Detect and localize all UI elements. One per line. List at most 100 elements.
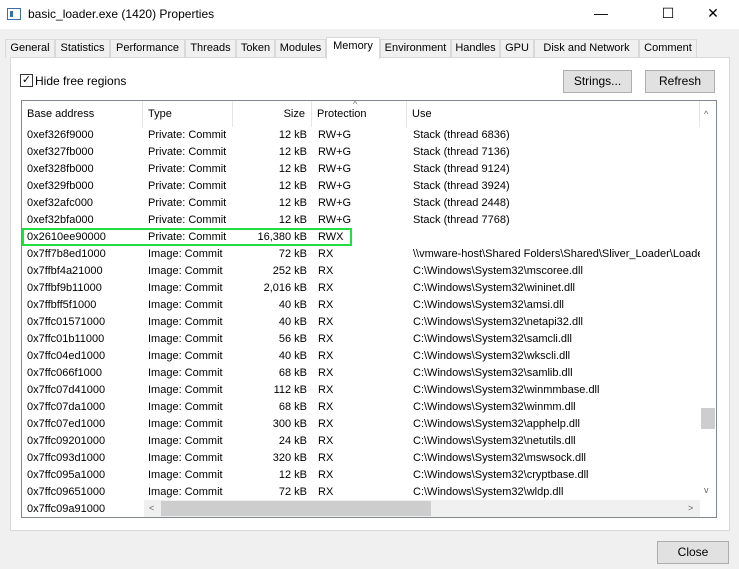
tab-performance[interactable]: Performance bbox=[110, 39, 185, 58]
cell-use: C:\Windows\System32\samcli.dll bbox=[413, 333, 572, 345]
scroll-right-icon[interactable]: > bbox=[688, 503, 693, 513]
column-header-type[interactable]: Type bbox=[143, 101, 233, 127]
table-row[interactable]: 0x7ffc07ed1000 Image: Commit 300 kB RX C:\Wi… bbox=[22, 416, 700, 433]
cell-type: Image: Commit bbox=[148, 469, 223, 481]
cell-base-address: 0x7ffc09651000 bbox=[27, 486, 106, 498]
table-row[interactable]: 0x7ffc07da1000 Image: Commit 68 kB RX C:\Win… bbox=[22, 399, 700, 416]
cell-protection: RW+G bbox=[318, 180, 352, 192]
tab-modules[interactable]: Modules bbox=[275, 39, 326, 58]
cell-use: C:\Windows\System32\wldp.dll bbox=[413, 486, 564, 498]
column-header-protection[interactable]: Protection bbox=[312, 101, 407, 127]
cell-size: 112 kB bbox=[273, 384, 307, 396]
table-row[interactable]: 0x7ff7b8ed1000 Image: Commit 72 kB RX \\vmwa… bbox=[22, 246, 700, 263]
tab-gpu[interactable]: GPU bbox=[500, 39, 534, 58]
cell-base-address: 0xef329fb000 bbox=[27, 180, 94, 192]
cell-use: C:\Windows\System32\mswsock.dll bbox=[413, 452, 586, 464]
table-row[interactable]: 0x7ffc01571000 Image: Commit 40 kB RX C:\Win… bbox=[22, 314, 700, 331]
cell-type: Private: Commit bbox=[148, 146, 227, 158]
table-row[interactable]: 0x7ffc01b11000 Image: Commit 56 kB RX C:\Win… bbox=[22, 331, 700, 348]
cell-protection: RW+G bbox=[318, 146, 352, 158]
column-header-base-address[interactable]: Base address bbox=[22, 101, 143, 127]
cell-protection: RX bbox=[318, 333, 334, 345]
cell-type: Image: Commit bbox=[148, 418, 223, 430]
table-row[interactable]: 0xef327fb000 Private: Commit 12 kB RW+G Stac… bbox=[22, 144, 700, 161]
table-row[interactable]: 0xef326f9000 Private: Commit 12 kB RW+G Stac… bbox=[22, 127, 700, 144]
cell-base-address: 0x7ffc04ed1000 bbox=[27, 350, 106, 362]
memory-list[interactable]: Base address Type Size Protection Use ^ 0xef3… bbox=[21, 100, 717, 518]
tab-threads[interactable]: Threads bbox=[185, 39, 236, 58]
cell-type: Private: Commit bbox=[148, 197, 227, 209]
refresh-button[interactable]: Refresh bbox=[645, 70, 715, 93]
cell-size: 68 kB bbox=[278, 367, 307, 379]
table-row[interactable]: 0xef329fb000 Private: Commit 12 kB RW+G Stac… bbox=[22, 178, 700, 195]
table-row[interactable]: 0x7ffc09201000 Image: Commit 24 kB RX C:\Win… bbox=[22, 433, 700, 450]
hide-free-regions-label[interactable]: Hide free regions bbox=[35, 74, 126, 88]
vertical-scroll-thumb[interactable] bbox=[701, 408, 715, 429]
cell-base-address: 0xef326f9000 bbox=[27, 129, 94, 141]
cell-type: Image: Commit bbox=[148, 265, 223, 277]
table-row[interactable]: 0xef32bfa000 Private: Commit 12 kB RW+G Stac… bbox=[22, 212, 700, 229]
tab-handles[interactable]: Handles bbox=[451, 39, 500, 58]
cell-size: 320 kB bbox=[272, 452, 307, 464]
cell-base-address: 0x7ffbf9b11000 bbox=[27, 282, 102, 294]
cell-size: 56 kB bbox=[278, 333, 307, 345]
table-row[interactable]: 0x7ffbf9b11000 Image: Commit 2,016 kB RX C:\… bbox=[22, 280, 700, 297]
cell-use: C:\Windows\System32\netapi32.dll bbox=[413, 316, 583, 328]
cell-protection: RX bbox=[318, 265, 334, 277]
close-window-button[interactable]: ✕ bbox=[690, 0, 736, 29]
scroll-up-icon[interactable]: ^ bbox=[704, 109, 708, 119]
cell-size: 2,016 kB bbox=[263, 282, 307, 294]
table-row[interactable]: 0x7ffbf4a21000 Image: Commit 252 kB RX C:\Wi… bbox=[22, 263, 700, 280]
table-row[interactable]: 0x7ffc07d41000 Image: Commit 112 kB RX C:\Wi… bbox=[22, 382, 700, 399]
close-button[interactable]: Close bbox=[657, 541, 729, 564]
cell-size: 40 kB bbox=[278, 350, 307, 362]
tab-statistics[interactable]: Statistics bbox=[55, 39, 110, 58]
cell-base-address: 0x7ffc066f1000 bbox=[27, 367, 103, 379]
cell-type: Image: Commit bbox=[148, 333, 223, 345]
minimize-button[interactable]: — bbox=[578, 0, 624, 29]
cell-size: 40 kB bbox=[278, 299, 307, 311]
table-row[interactable]: 0xef328fb000 Private: Commit 12 kB RW+G Stac… bbox=[22, 161, 700, 178]
cell-base-address: 0x7ffc095a1000 bbox=[27, 469, 106, 481]
tab-comment[interactable]: Comment bbox=[639, 39, 697, 58]
cell-use: Stack (thread 6836) bbox=[413, 129, 510, 141]
sort-ascending-icon: ^ bbox=[353, 100, 358, 109]
tab-disk-and-network[interactable]: Disk and Network bbox=[534, 39, 639, 58]
highlight-box bbox=[22, 228, 352, 246]
table-row[interactable]: 0x7ffc066f1000 Image: Commit 68 kB RX C:\Win… bbox=[22, 365, 700, 382]
table-row[interactable]: 0x7ffbff5f1000 Image: Commit 40 kB RX C:\Win… bbox=[22, 297, 700, 314]
window-icon bbox=[7, 8, 21, 20]
tab-token[interactable]: Token bbox=[236, 39, 275, 58]
tab-environment[interactable]: Environment bbox=[380, 39, 451, 58]
cell-protection: RX bbox=[318, 299, 334, 311]
cell-protection: RX bbox=[318, 486, 334, 498]
table-row[interactable]: 0xef32afc000 Private: Commit 12 kB RW+G Stac… bbox=[22, 195, 700, 212]
scroll-left-icon[interactable]: < bbox=[149, 503, 154, 513]
cell-base-address: 0x7ffc09a91000 bbox=[27, 503, 106, 515]
cell-use: C:\Windows\System32\wininet.dll bbox=[413, 282, 576, 294]
scroll-down-icon[interactable]: v bbox=[704, 485, 709, 495]
cell-use: C:\Windows\System32\winmm.dll bbox=[413, 401, 576, 413]
table-row[interactable]: 0x7ffc095a1000 Image: Commit 12 kB RX C:\Win… bbox=[22, 467, 700, 484]
cell-use: Stack (thread 2448) bbox=[413, 197, 510, 209]
table-row[interactable]: 0x7ffc09651000 Image: Commit 72 kB RX C:\Win… bbox=[22, 484, 700, 501]
cell-use: Stack (thread 9124) bbox=[413, 163, 510, 175]
column-header-use[interactable]: Use bbox=[407, 101, 700, 127]
cell-base-address: 0x7ffc093d1000 bbox=[27, 452, 106, 464]
cell-protection: RX bbox=[318, 452, 334, 464]
table-row[interactable]: 0x7ffc04ed1000 Image: Commit 40 kB RX C:\Win… bbox=[22, 348, 700, 365]
tab-memory[interactable]: Memory bbox=[326, 37, 380, 59]
cell-base-address: 0xef327fb000 bbox=[27, 146, 94, 158]
hide-free-regions-checkbox[interactable]: ✓ bbox=[20, 74, 33, 87]
column-header-size[interactable]: Size bbox=[233, 101, 312, 127]
strings-button[interactable]: Strings... bbox=[563, 70, 632, 93]
horizontal-scroll-thumb[interactable] bbox=[161, 501, 431, 516]
maximize-button[interactable]: ☐ bbox=[645, 0, 691, 29]
vertical-scrollbar[interactable]: ^ v bbox=[700, 101, 716, 500]
tab-general[interactable]: General bbox=[5, 39, 55, 58]
cell-base-address: 0xef32afc000 bbox=[27, 197, 94, 209]
cell-protection: RW+G bbox=[318, 163, 352, 175]
table-row[interactable]: 0x7ffc093d1000 Image: Commit 320 kB RX C:\Wi… bbox=[22, 450, 700, 467]
cell-use: C:\Windows\System32\apphelp.dll bbox=[413, 418, 580, 430]
horizontal-scrollbar[interactable]: < > bbox=[144, 500, 700, 517]
